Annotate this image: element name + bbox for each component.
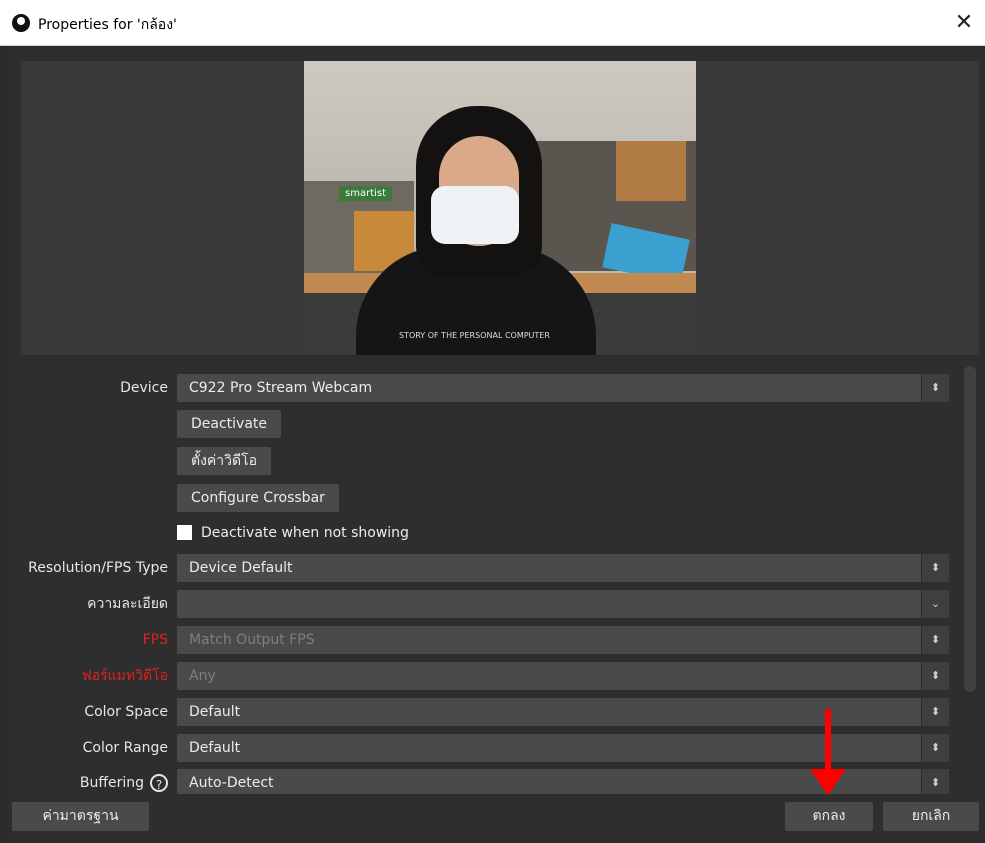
deactivate-when-not-showing-label: Deactivate when not showing — [201, 525, 409, 541]
resolution-row: ความละเอียด ⌄ — [8, 590, 953, 618]
resolution-fps-type-value: Device Default — [189, 560, 293, 576]
configure-crossbar-button[interactable]: Configure Crossbar — [177, 484, 339, 512]
fps-row: FPS Match Output FPS ⬍ — [8, 626, 953, 654]
form-scrollbar[interactable] — [964, 366, 976, 692]
color-space-row: Color Space Default ⬍ — [8, 698, 953, 726]
deactivate-button[interactable]: Deactivate — [177, 410, 282, 438]
color-range-value: Default — [189, 740, 241, 756]
spin-updown-icon: ⬍ — [921, 734, 949, 762]
obs-app-icon — [12, 14, 30, 32]
resolution-fps-type-select[interactable]: Device Default ⬍ — [177, 554, 949, 582]
color-space-value: Default — [189, 704, 241, 720]
buffering-label-wrap: Buffering? — [80, 769, 168, 794]
spin-updown-icon: ⬍ — [921, 626, 949, 654]
preview-shirt-text: STORY OF THE PERSONAL COMPUTER — [399, 331, 550, 340]
resolution-fps-type-row: Resolution/FPS Type Device Default ⬍ — [8, 554, 953, 582]
fps-label: FPS — [142, 632, 168, 648]
video-format-row: ฟอร์แมทวิดีโอ Any ⬍ — [8, 662, 953, 690]
title-bar: Properties for 'กล้อง' ✕ — [0, 0, 985, 46]
resolution-fps-type-label: Resolution/FPS Type — [28, 560, 168, 576]
device-row: Device C922 Pro Stream Webcam ⬍ — [8, 374, 953, 402]
dialog-button-bar: ค่ามาตรฐาน ตกลง ยกเลิก — [8, 794, 985, 843]
fps-select[interactable]: Match Output FPS ⬍ — [177, 626, 949, 654]
help-icon[interactable]: ? — [150, 774, 168, 792]
webcam-preview: smartist STORY OF THE PERSONAL COMPUTER — [304, 61, 696, 355]
color-range-label: Color Range — [82, 740, 168, 756]
preview-area: smartist STORY OF THE PERSONAL COMPUTER — [21, 61, 979, 355]
fps-value: Match Output FPS — [189, 632, 315, 648]
video-settings-button[interactable]: ตั้งค่าวิดีโอ — [177, 447, 272, 475]
device-value: C922 Pro Stream Webcam — [189, 380, 373, 396]
preview-sign: smartist — [339, 186, 393, 201]
close-icon[interactable]: ✕ — [949, 8, 979, 38]
color-space-label: Color Space — [84, 704, 168, 720]
color-range-row: Color Range Default ⬍ — [8, 734, 953, 762]
spin-updown-icon: ⬍ — [921, 662, 949, 690]
properties-form: Device C922 Pro Stream Webcam ⬍ Deactiva… — [8, 364, 985, 794]
device-select[interactable]: C922 Pro Stream Webcam ⬍ — [177, 374, 949, 402]
resolution-label: ความละเอียด — [87, 596, 168, 612]
spin-updown-icon: ⬍ — [921, 698, 949, 726]
window-title: Properties for 'กล้อง' — [38, 17, 177, 33]
chevron-down-icon: ⌄ — [921, 590, 949, 618]
annotation-arrow-icon — [810, 709, 846, 809]
spin-updown-icon: ⬍ — [921, 554, 949, 582]
spin-updown-icon: ⬍ — [921, 374, 949, 402]
cancel-button[interactable]: ยกเลิก — [883, 802, 979, 831]
device-label: Device — [120, 380, 168, 396]
buffering-label: Buffering — [79, 775, 144, 791]
resolution-select[interactable]: ⌄ — [177, 590, 949, 618]
buffering-value: Auto-Detect — [189, 775, 274, 791]
video-format-value: Any — [189, 668, 216, 684]
defaults-button[interactable]: ค่ามาตรฐาน — [12, 802, 149, 831]
spin-updown-icon: ⬍ — [921, 769, 949, 794]
checkbox-box[interactable] — [177, 525, 192, 540]
video-format-select[interactable]: Any ⬍ — [177, 662, 949, 690]
video-format-label: ฟอร์แมทวิดีโอ — [81, 668, 168, 684]
dialog-content: smartist STORY OF THE PERSONAL COMPUTER … — [8, 46, 985, 843]
